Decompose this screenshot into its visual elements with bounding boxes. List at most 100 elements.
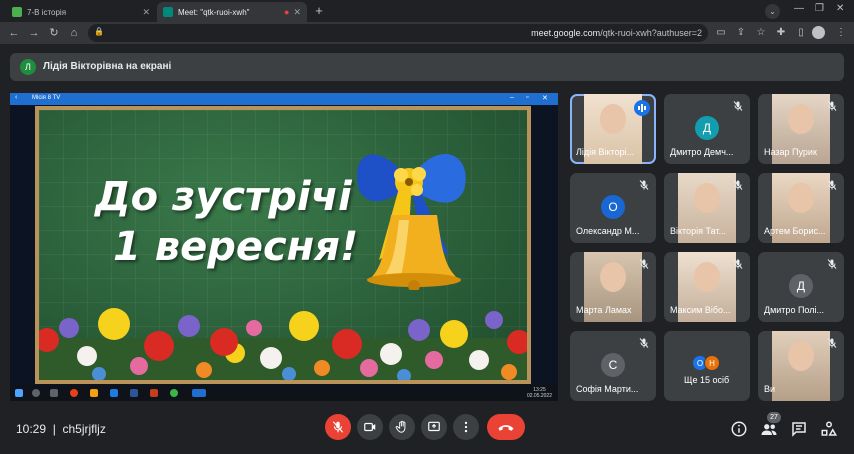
end-call-button[interactable] xyxy=(487,414,525,440)
side-panel-icon[interactable]: ▯ xyxy=(794,26,808,40)
shared-window-titlebar: ‹ Місія 8 TV – ▫ ✕ xyxy=(10,93,558,105)
participant-tile[interactable]: Д Дмитро Полі... xyxy=(758,252,844,322)
maximize-icon[interactable]: ❐ xyxy=(815,3,824,14)
participant-face xyxy=(694,262,720,292)
presenter-banner: Л Лідія Вікторівна на екрані xyxy=(10,53,844,81)
participant-name: Марта Ламах xyxy=(576,305,632,315)
slide-title-line-2: 1 вересня! xyxy=(113,224,359,270)
participant-name: Софія Марти... xyxy=(576,384,639,394)
presenter-text: Лідія Вікторівна на екрані xyxy=(43,61,172,72)
participant-tile[interactable]: С Софія Марти... xyxy=(570,331,656,401)
meeting-controls-bar: 10:29 | ch5jrjfljz 27 xyxy=(0,402,854,454)
address-bar[interactable]: 🔒 meet.google.com/qtk-ruoi-xwh?authuser=… xyxy=(88,24,708,42)
people-icon[interactable] xyxy=(760,420,778,438)
participant-face xyxy=(788,104,814,134)
mic-off-icon xyxy=(827,259,837,269)
participant-tile[interactable]: Назар Пурик xyxy=(758,94,844,164)
minimize-icon[interactable]: — xyxy=(794,3,804,14)
mic-off-icon xyxy=(733,259,743,269)
mic-off-button[interactable] xyxy=(325,414,351,440)
profile-avatar[interactable] xyxy=(812,26,825,39)
tab-meet[interactable]: Meet: "qtk-ruoi-xwh" ● ✕ xyxy=(157,2,307,22)
participant-tile[interactable]: Д Дмитро Демч... xyxy=(664,94,750,164)
slide-title-line-1: До зустрічі xyxy=(95,174,352,220)
participant-tile[interactable]: Максим Вібо... xyxy=(664,252,750,322)
opera-icon xyxy=(70,389,78,397)
home-icon[interactable]: ⌂ xyxy=(66,25,82,41)
close-window-icon: ✕ xyxy=(542,95,548,102)
windows-start-icon xyxy=(15,389,23,397)
active-app-icon xyxy=(192,389,206,397)
raise-hand-button[interactable] xyxy=(389,414,415,440)
bookmark-star-icon[interactable]: ☆ xyxy=(754,26,768,40)
info-icon[interactable] xyxy=(730,420,748,438)
activities-icon[interactable] xyxy=(820,420,838,438)
reload-icon[interactable]: ↻ xyxy=(46,25,62,41)
participant-tile[interactable]: Лідія Вікторі... xyxy=(570,94,656,164)
mic-off-icon xyxy=(827,338,837,348)
chat-icon[interactable] xyxy=(790,420,808,438)
close-tab-icon[interactable]: ✕ xyxy=(142,7,150,18)
chrome-icon xyxy=(170,389,178,397)
forward-arrow-icon[interactable]: → xyxy=(26,25,42,41)
recording-dot-icon: ● xyxy=(284,7,290,17)
more-participants-tile[interactable]: О Н Ще 15 осіб xyxy=(664,331,750,401)
participant-tile[interactable]: Вікторія Тат... xyxy=(664,173,750,243)
shared-screen: ‹ Місія 8 TV – ▫ ✕ До зустрічі 1 вересня… xyxy=(10,93,558,401)
participant-face xyxy=(600,104,626,134)
slide: До зустрічі 1 вересня! xyxy=(35,106,531,384)
mic-off-icon xyxy=(332,421,344,433)
camera-button[interactable] xyxy=(357,414,383,440)
mic-off-icon xyxy=(827,101,837,111)
participant-face xyxy=(788,183,814,213)
participant-name: Олександр М... xyxy=(576,226,640,236)
tab-history[interactable]: 7-В історія ✕ xyxy=(6,2,156,22)
more-vert-icon xyxy=(464,421,468,433)
minimize-icon: – xyxy=(510,94,514,101)
classroom-favicon-icon xyxy=(12,7,22,17)
mic-off-icon xyxy=(733,180,743,190)
back-arrow-icon: ‹ xyxy=(15,94,18,101)
back-arrow-icon[interactable]: ← xyxy=(6,25,22,41)
participant-name: Максим Вібо... xyxy=(670,305,731,315)
participant-name: Артем Борис... xyxy=(764,226,826,236)
participant-name: Дмитро Демч... xyxy=(670,147,734,157)
mic-off-icon xyxy=(827,180,837,190)
participant-tile[interactable]: Ви xyxy=(758,331,844,401)
task-view-icon xyxy=(50,389,58,397)
camera-indicator-icon[interactable]: ▭ xyxy=(714,26,728,40)
meet-favicon-icon xyxy=(163,7,173,17)
windows-taskbar: 13:25 02.05.2022 xyxy=(10,385,558,401)
participant-name: Ви xyxy=(764,384,776,394)
participant-tile[interactable]: Марта Ламах xyxy=(570,252,656,322)
participant-face xyxy=(788,341,814,371)
participant-avatar: Д xyxy=(789,274,813,298)
mic-off-icon xyxy=(639,180,649,190)
taskbar-clock: 13:25 02.05.2022 xyxy=(526,387,552,399)
more-options-button[interactable] xyxy=(453,414,479,440)
tab-search-button[interactable]: ⌄ xyxy=(765,4,780,19)
speaking-indicator-icon xyxy=(634,100,650,116)
participant-tile[interactable]: О Олександр М... xyxy=(570,173,656,243)
participant-face xyxy=(694,183,720,213)
share-icon[interactable]: ⇪ xyxy=(734,26,748,40)
mail-icon xyxy=(110,389,118,397)
mic-off-icon xyxy=(639,259,649,269)
file-explorer-icon xyxy=(90,389,98,397)
more-vert-icon[interactable]: ⋮ xyxy=(834,26,848,40)
extensions-puzzle-icon[interactable]: ✚ xyxy=(774,26,788,40)
participant-tile[interactable]: Артем Борис... xyxy=(758,173,844,243)
lock-icon[interactable]: 🔒 xyxy=(94,27,104,36)
present-screen-button[interactable] xyxy=(421,414,447,440)
close-tab-icon[interactable]: ✕ xyxy=(293,7,301,18)
hang-up-icon xyxy=(498,425,514,431)
close-window-icon[interactable]: ✕ xyxy=(836,3,844,14)
powerpoint-icon xyxy=(150,389,158,397)
new-tab-button[interactable]: + xyxy=(311,3,327,19)
meeting-time-and-code: 10:29 | ch5jrjfljz xyxy=(16,422,106,436)
participant-name: Назар Пурик xyxy=(764,147,817,157)
url-text: meet.google.com/qtk-ruoi-xwh?authuser=2 xyxy=(531,28,702,38)
mic-off-icon xyxy=(639,338,649,348)
search-icon xyxy=(32,389,40,397)
participant-name: Дмитро Полі... xyxy=(764,305,824,315)
